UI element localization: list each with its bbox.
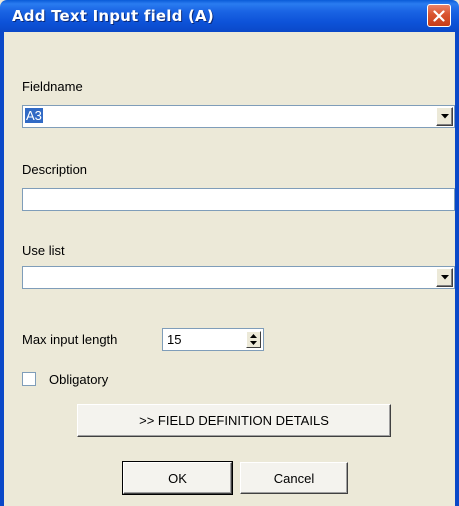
description-input[interactable]: [22, 188, 455, 211]
use-list-label: Use list: [22, 243, 65, 258]
arrow-up-icon: [250, 334, 257, 338]
window-border-left: [0, 32, 4, 506]
description-label: Description: [22, 162, 88, 177]
max-input-length-value: 15: [167, 332, 182, 347]
fieldname-dropdown-button[interactable]: [436, 107, 453, 126]
field-definition-details-button[interactable]: >> FIELD DEFINITION DETAILS: [77, 404, 391, 437]
spin-buttons: [246, 331, 261, 348]
chevron-down-icon: [440, 114, 449, 119]
cancel-button[interactable]: Cancel: [240, 462, 348, 494]
dialog-title: Add Text Input field (A): [12, 7, 214, 25]
use-list-combobox[interactable]: [22, 266, 455, 289]
ok-button[interactable]: OK: [122, 461, 233, 495]
dialog-window: Add Text Input field (A) Fieldname A3 De…: [0, 0, 459, 506]
close-button[interactable]: [427, 4, 451, 27]
fieldname-combobox[interactable]: A3: [22, 105, 455, 128]
arrow-down-icon: [250, 341, 257, 345]
obligatory-checkbox[interactable]: [22, 372, 36, 386]
obligatory-label: Obligatory: [49, 372, 109, 387]
use-list-value: [25, 269, 27, 284]
max-input-length-stepper[interactable]: 15: [162, 328, 264, 351]
fieldname-value: A3: [25, 108, 43, 123]
description-value: [25, 191, 27, 206]
window-border-right: [455, 32, 459, 506]
use-list-dropdown-button[interactable]: [436, 268, 453, 287]
fieldname-label: Fieldname: [22, 79, 83, 94]
title-bar[interactable]: Add Text Input field (A): [0, 0, 459, 32]
close-icon: [433, 9, 445, 22]
chevron-down-icon: [440, 275, 449, 280]
spin-down-button[interactable]: [247, 339, 260, 347]
max-input-length-label: Max input length: [22, 332, 118, 347]
